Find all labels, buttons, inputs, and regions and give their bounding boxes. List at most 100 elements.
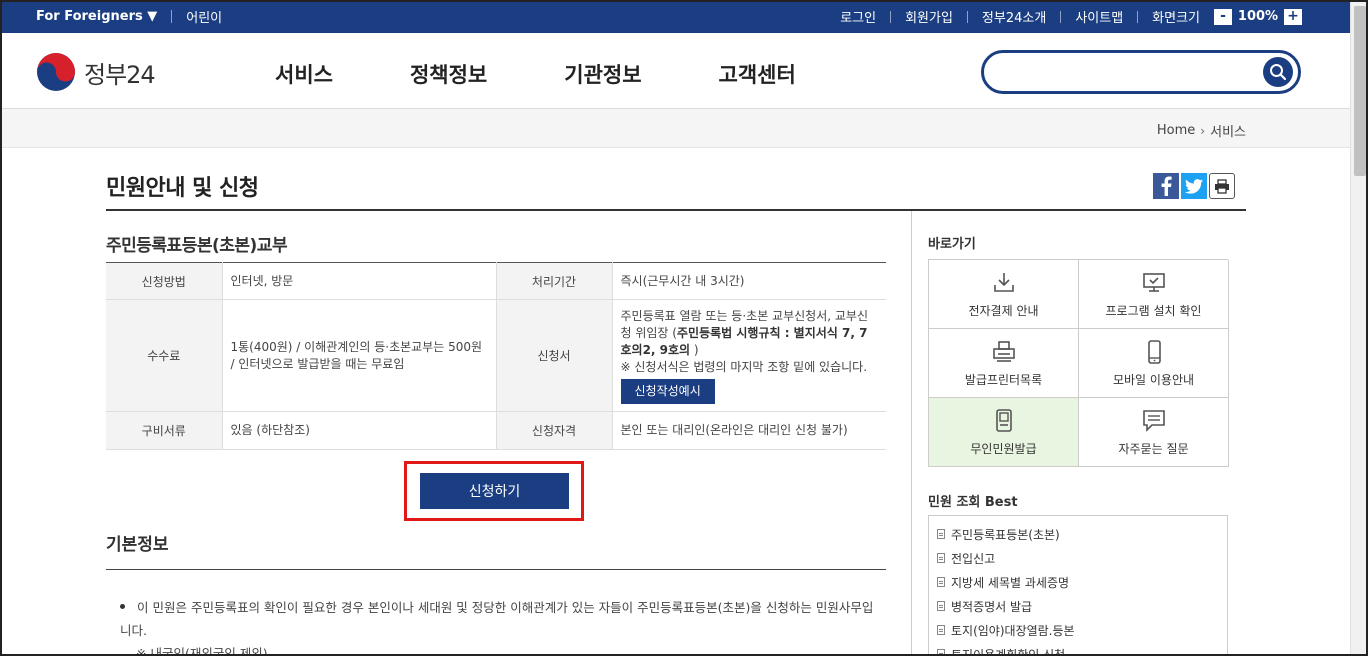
top-utility-bar: For Foreigners ▼ 어린이 로그인 회원가입 정부24소개 사이트… [0, 0, 1350, 33]
basic-info-description: 이 민원은 주민등록표의 확인이 필요한 경우 본인이나 세대원 및 정당한 이… [120, 600, 874, 638]
list-item-label: 토지이용계획확인 신청 [951, 647, 1066, 656]
site-logo[interactable]: 정부24 [36, 52, 156, 92]
list-item[interactable]: 지방세 세목별 과세증명 [937, 570, 1219, 594]
basic-info-divider [106, 569, 886, 570]
list-item[interactable]: 토지(임야)대장열람.등본 [937, 618, 1219, 642]
quick-links-title: 바로가기 [928, 237, 976, 252]
list-item[interactable]: 병적증명서 발급 [937, 594, 1219, 618]
list-item-label: 병적증명서 발급 [951, 599, 1033, 614]
quick-link-mobile-guide[interactable]: 모바일 이용안내 [1079, 329, 1229, 398]
chat-icon [1142, 409, 1165, 432]
divider [966, 10, 968, 23]
form-note: ※ 신청서식은 법령의 마지막 조항 밑에 있습니다. [620, 359, 868, 374]
form-label: 신청서 [496, 299, 613, 412]
scrollbar-thumb[interactable] [1354, 6, 1366, 176]
list-item[interactable]: 토지이용계획확인 신청 [937, 642, 1219, 656]
share-buttons [1153, 173, 1235, 199]
quick-link-label: 자주묻는 질문 [1118, 441, 1189, 456]
basic-info-note: ※ 내국인(재외국인 제외) [136, 646, 268, 656]
period-value: 즉시(근무시간 내 3시간) [611, 262, 886, 300]
print-button[interactable] [1209, 173, 1235, 199]
quick-link-e-payment[interactable]: 전자결제 안내 [929, 260, 1079, 329]
kiosk-icon [995, 408, 1012, 432]
zoom-level: 100% [1237, 9, 1279, 24]
document-icon [937, 625, 945, 635]
for-foreigners-link[interactable]: For Foreigners ▼ [36, 9, 157, 24]
main-header: 정부24 서비스 정책정보 기관정보 고객센터 [0, 33, 1350, 109]
quick-link-faq[interactable]: 자주묻는 질문 [1079, 398, 1229, 467]
quick-link-kiosk[interactable]: 무인민원발급 [929, 398, 1079, 467]
search-icon [1270, 64, 1287, 81]
zoom-control: - 100% + [1214, 8, 1302, 25]
sidebar-divider [911, 211, 912, 656]
service-title: 주민등록표등본(초본)교부 [106, 236, 288, 256]
printer-icon [992, 340, 1015, 362]
table-row: 신청방법 인터넷, 방문 처리기간 즉시(근무시간 내 3시간) [106, 262, 886, 300]
bullet-icon [120, 604, 125, 609]
basic-info-text: 이 민원은 주민등록표의 확인이 필요한 경우 본인이나 세대원 및 정당한 이… [120, 596, 880, 656]
quick-link-label: 무인민원발급 [970, 441, 1037, 456]
document-icon [937, 553, 945, 563]
twitter-share-button[interactable] [1181, 173, 1207, 199]
nav-services[interactable]: 서비스 [275, 59, 333, 89]
nav-policy-info[interactable]: 정책정보 [410, 59, 487, 89]
fee-label: 수수료 [106, 299, 223, 412]
zoom-out-button[interactable]: - [1214, 8, 1232, 25]
qualification-label: 신청자격 [496, 411, 613, 450]
quick-link-printer-list[interactable]: 발급프린터목록 [929, 329, 1079, 398]
divider [890, 10, 892, 23]
sitemap-link[interactable]: 사이트맵 [1075, 7, 1123, 26]
form-example-button[interactable]: 신청작성예시 [620, 378, 715, 404]
period-label: 처리기간 [496, 262, 613, 300]
login-link[interactable]: 로그인 [840, 7, 876, 26]
nav-customer-center[interactable]: 고객센터 [719, 59, 796, 89]
quick-links-grid: 전자결제 안내 프로그램 설치 확인 발급프린터목록 모바일 이용안내 무인민원… [928, 259, 1229, 467]
divider [1060, 10, 1062, 23]
chevron-right-icon: › [1200, 123, 1206, 138]
signup-link[interactable]: 회원가입 [905, 7, 953, 26]
facebook-share-button[interactable] [1153, 173, 1179, 199]
table-row: 수수료 1통(400원) / 이해관계인의 등·초본교부는 500원 / 인터넷… [106, 299, 886, 412]
method-value: 인터넷, 방문 [221, 262, 497, 300]
quick-link-label: 전자결제 안내 [968, 303, 1039, 318]
zoom-in-button[interactable]: + [1284, 8, 1302, 25]
kids-link[interactable]: 어린이 [186, 7, 222, 26]
breadcrumb-current: 서비스 [1210, 125, 1246, 140]
twitter-icon [1185, 178, 1203, 194]
page-title: 민원안내 및 신청 [106, 176, 259, 201]
list-item[interactable]: 주민등록표등본(초본) [937, 522, 1219, 546]
apply-button[interactable]: 신청하기 [420, 473, 569, 509]
vertical-scrollbar[interactable] [1350, 0, 1368, 656]
breadcrumb-band: Home › 서비스 [0, 109, 1350, 148]
title-divider [106, 209, 1246, 211]
best-services-title: 민원 조회 Best [928, 495, 1018, 510]
download-icon [993, 272, 1014, 292]
global-nav: 서비스 정책정보 기관정보 고객센터 [275, 59, 796, 89]
document-icon [937, 577, 945, 587]
about-link[interactable]: 정부24소개 [982, 7, 1046, 26]
list-item-label: 토지(임야)대장열람.등본 [951, 623, 1075, 638]
nav-agency-info[interactable]: 기관정보 [564, 59, 641, 89]
divider [1137, 10, 1139, 23]
search-button[interactable] [1263, 57, 1293, 87]
service-info-table: 신청방법 인터넷, 방문 처리기간 즉시(근무시간 내 3시간) 수수료 1통(… [106, 262, 886, 450]
docs-label: 구비서류 [106, 411, 223, 450]
list-item[interactable]: 전입신고 [937, 546, 1219, 570]
list-item-label: 주민등록표등본(초본) [951, 527, 1060, 542]
divider [171, 10, 173, 23]
list-item-label: 전입신고 [951, 551, 996, 566]
qualification-value: 본인 또는 대리인(온라인은 대리인 신청 불가) [611, 411, 886, 450]
mobile-icon [1147, 339, 1161, 364]
search-input[interactable] [1000, 59, 1260, 85]
quick-link-program-check[interactable]: 프로그램 설치 확인 [1079, 260, 1229, 329]
list-item-label: 지방세 세목별 과세증명 [951, 575, 1070, 590]
best-services-list: 주민등록표등본(초본) 전입신고 지방세 세목별 과세증명 병적증명서 발급 토… [928, 515, 1228, 656]
screen-size-label: 화면크기 [1152, 11, 1200, 26]
document-icon [937, 601, 945, 611]
breadcrumb-home[interactable]: Home [1157, 123, 1195, 138]
facebook-icon [1161, 176, 1172, 196]
document-icon [937, 529, 945, 539]
document-icon [937, 649, 945, 656]
form-value: 주민등록표 열람 또는 등·초본 교부신청서, 교부신청 위임장 (주민등록법 … [611, 299, 886, 412]
apply-highlight-box: 신청하기 [404, 461, 584, 521]
